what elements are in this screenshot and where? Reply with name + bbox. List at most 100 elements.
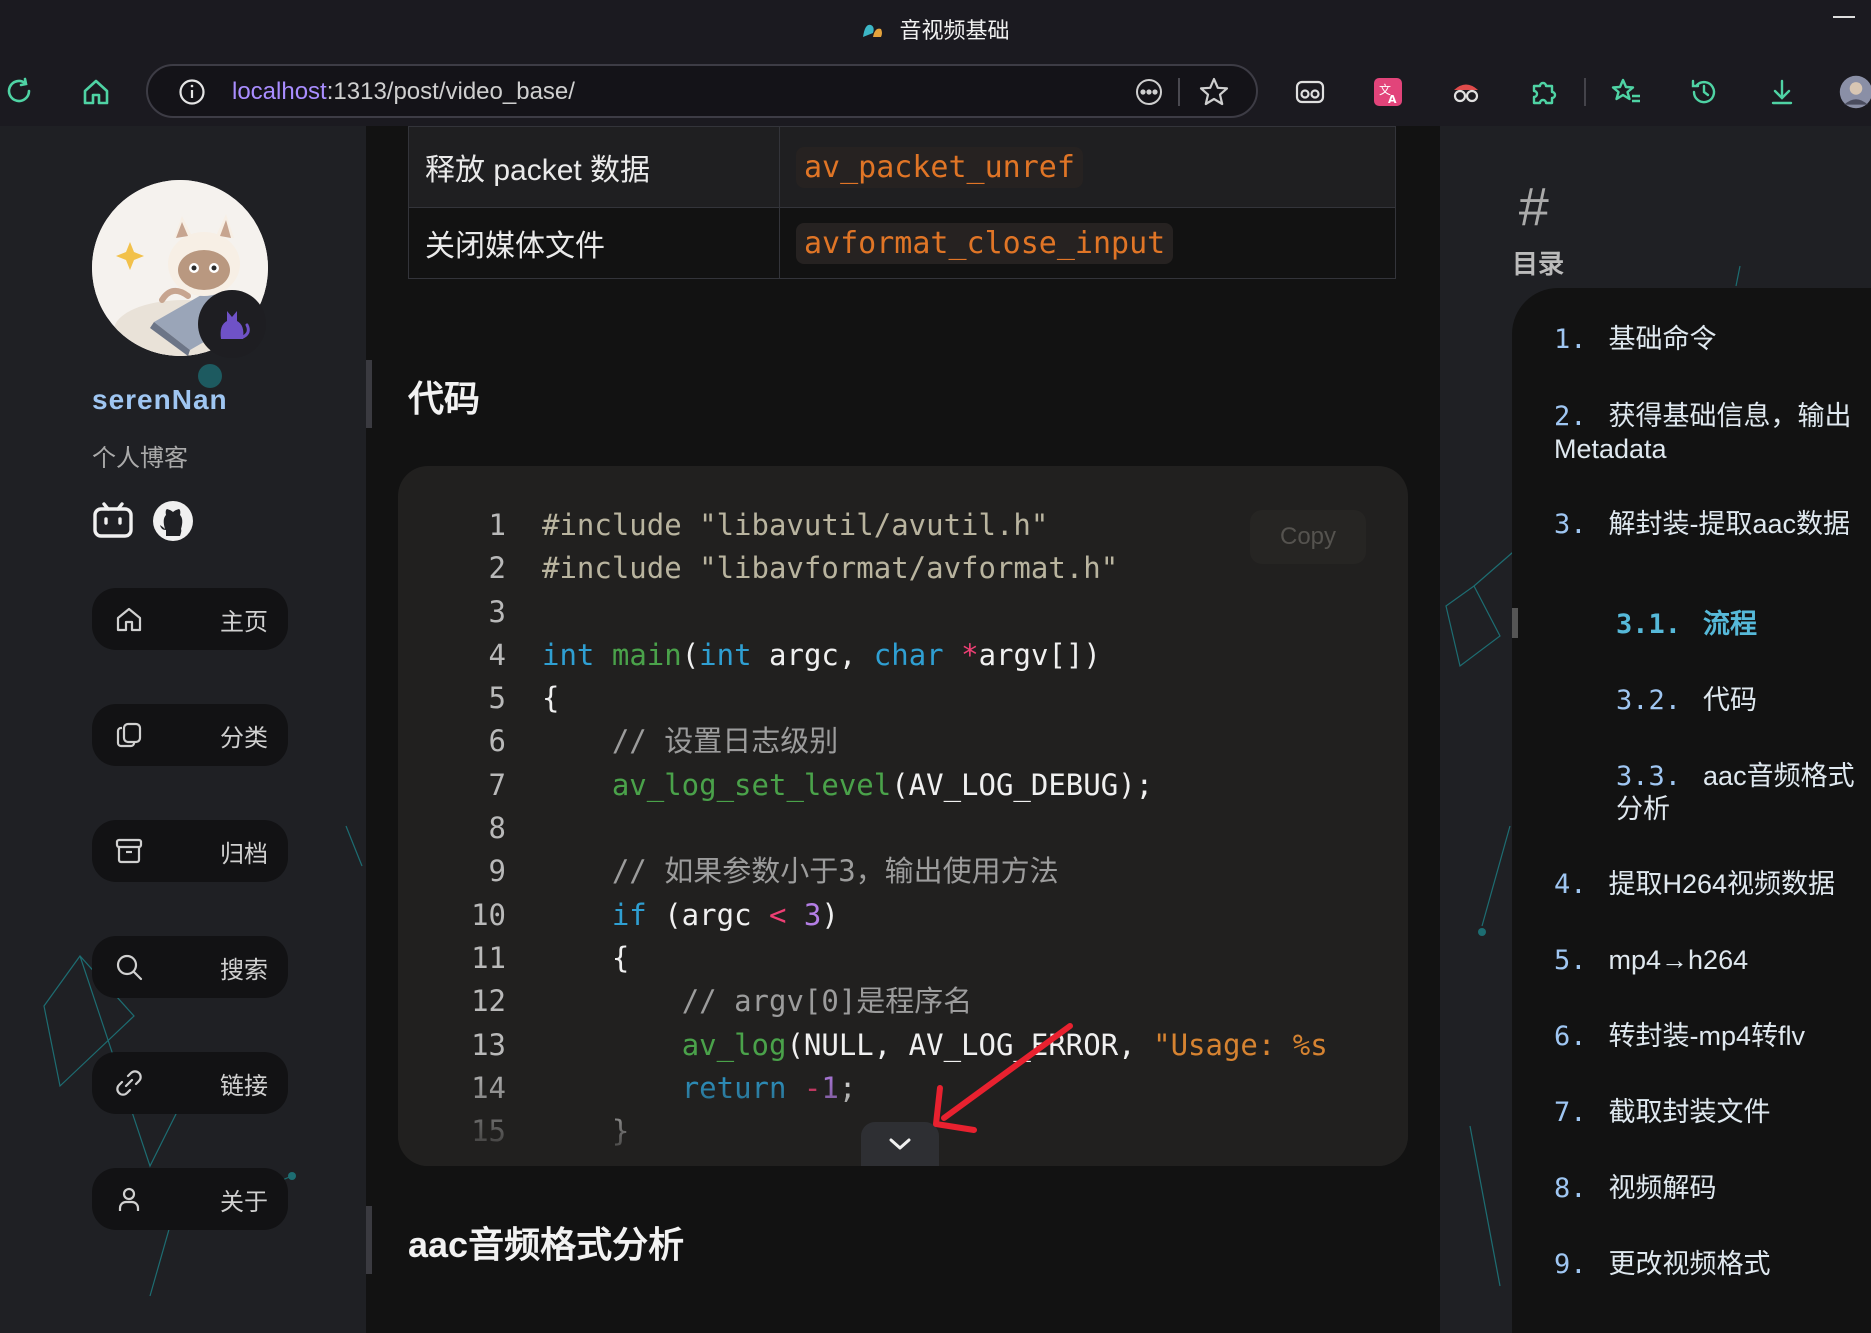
archive-icon <box>115 838 143 864</box>
favorites-icon <box>1611 78 1640 103</box>
svg-text:A: A <box>1388 93 1397 106</box>
table-cell-desc: 关闭媒体文件 <box>408 207 780 279</box>
code-line: 3 <box>398 591 1408 634</box>
line-number: 6 <box>488 724 506 759</box>
code-line: 11 { <box>398 937 1408 980</box>
nav-archives[interactable]: 归档 <box>92 820 288 882</box>
nav-search-label: 搜索 <box>220 956 268 984</box>
heading-marker <box>366 360 372 428</box>
code-line: 9 // 如果参数小于3，输出使用方法 <box>398 850 1408 893</box>
toc-item-2[interactable]: 2. 获得基础信息，输出Metadata <box>1554 400 1871 466</box>
toc-item-3-3[interactable]: 3.3. aac音频格式分析 <box>1616 760 1866 826</box>
address-separator <box>1178 78 1180 106</box>
cat-icon <box>220 311 250 339</box>
toc-item-4[interactable]: 4. 提取H264视频数据 <box>1554 868 1871 901</box>
toc-item-3-2[interactable]: 3.2. 代码 <box>1616 684 1866 717</box>
copy-button[interactable]: Copy <box>1250 510 1366 564</box>
toc-item-3-1[interactable]: 3.1. 流程 <box>1616 608 1866 641</box>
line-number: 4 <box>488 637 506 672</box>
line-number: 1 <box>488 508 506 542</box>
user-bio: 个人博客 <box>92 445 188 472</box>
extension-reader-button[interactable] <box>1290 72 1330 112</box>
toc-item-1[interactable]: 1. 基础命令 <box>1554 323 1871 356</box>
toc-number: 2. <box>1554 401 1587 432</box>
code-line: 7 av_log_set_level(AV_LOG_DEBUG); <box>398 764 1408 807</box>
nav-archives-label: 归档 <box>220 840 268 868</box>
toc-label: 代码 <box>1703 685 1758 715</box>
home-button[interactable] <box>76 72 116 112</box>
line-number: 8 <box>488 811 506 846</box>
social-links <box>92 500 194 542</box>
section-heading-aac: aac音频格式分析 <box>408 1224 685 1265</box>
toc-number: 4. <box>1554 869 1587 900</box>
extensions-button[interactable] <box>1524 72 1564 112</box>
reload-icon <box>7 77 31 103</box>
toc-label: 转封装-mp4转flv <box>1608 1021 1806 1051</box>
toc-label: 解封装-提取aac数据 <box>1608 509 1851 539</box>
toc-title: 目录 <box>1512 249 1565 279</box>
url-text[interactable]: localhost:1313/post/video_base/ <box>232 78 575 106</box>
toc-item-7[interactable]: 7. 截取封装文件 <box>1554 1096 1871 1129</box>
line-number: 9 <box>488 854 506 889</box>
code-line: 10 if (argc < 3) <box>398 894 1408 937</box>
toc-item-8[interactable]: 8. 视频解码 <box>1554 1172 1871 1205</box>
toc-number: 8. <box>1554 1173 1587 1204</box>
toc-item-9[interactable]: 9. 更改视频格式 <box>1554 1248 1871 1281</box>
line-number: 7 <box>488 767 506 802</box>
line-number: 3 <box>488 594 506 629</box>
address-bar[interactable]: localhost:1313/post/video_base/ <box>146 64 1258 118</box>
line-number: 2 <box>488 551 506 586</box>
chevron-down-icon <box>889 1138 911 1150</box>
spy-icon <box>1453 84 1479 103</box>
bookmark-star-icon[interactable] <box>1198 76 1230 108</box>
github-icon[interactable] <box>152 500 194 542</box>
toc-number: 1. <box>1554 324 1587 355</box>
code-line: 12 // argv[0]是程序名 <box>398 980 1408 1023</box>
toc-label: 流程 <box>1703 609 1758 639</box>
toolbar-separator <box>1584 78 1586 106</box>
toc-number: 6. <box>1554 1021 1587 1052</box>
nav-links-label: 链接 <box>220 1072 268 1100</box>
toc-label: 基础命令 <box>1608 324 1717 354</box>
red-arrow-annotation <box>933 1023 1073 1133</box>
toc-number: 3.2. <box>1616 685 1682 716</box>
toc-sidebar: # 目录 1. 基础命令 2. 获得基础信息，输出Metadata 3. 解封装-提取… <box>1440 126 1871 1333</box>
toc-number: 3.1. <box>1616 609 1682 640</box>
user-icon <box>118 1187 140 1211</box>
toc-hash-icon: # <box>1518 177 1549 237</box>
bilibili-icon[interactable] <box>92 500 134 540</box>
nav-home[interactable]: 主页 <box>92 588 288 650</box>
home-icon <box>116 607 142 632</box>
extension-translate-button[interactable]: 文 A <box>1368 72 1408 112</box>
table-cell-func: avformat_close_input <box>779 207 1396 279</box>
username[interactable]: serenNan <box>92 384 228 416</box>
toc-item-5[interactable]: 5. mp4→h264 <box>1554 944 1871 977</box>
toc-label: 截取封装文件 <box>1608 1097 1771 1127</box>
nav-search[interactable]: 搜索 <box>92 936 288 998</box>
glasses-icon <box>1295 80 1325 104</box>
nav-about[interactable]: 关于 <box>92 1168 288 1230</box>
reload-button[interactable] <box>0 72 40 112</box>
copy-icon <box>116 722 142 748</box>
toc-item-6[interactable]: 6. 转封装-mp4转flv <box>1554 1020 1871 1053</box>
profile-avatar[interactable] <box>92 180 268 358</box>
extension-spy-button[interactable] <box>1446 72 1486 112</box>
more-options-icon[interactable] <box>1134 77 1164 107</box>
toc-number: 3. <box>1554 509 1587 540</box>
profile-button[interactable] <box>1838 72 1871 112</box>
minimize-button[interactable] <box>1833 16 1855 18</box>
translate-icon: 文 A <box>1374 78 1402 106</box>
toc-number: 7. <box>1554 1097 1587 1128</box>
nav-links[interactable]: 链接 <box>92 1052 288 1114</box>
favorites-button[interactable] <box>1606 72 1646 112</box>
toc-number: 5. <box>1554 945 1587 976</box>
code-lines: 1 #include "libavutil/avutil.h" 2 #include… <box>398 504 1408 1153</box>
profile-avatar-icon <box>1839 75 1871 109</box>
url-path: :1313/post/video_base/ <box>326 78 575 105</box>
section-heading-code: 代码 <box>408 378 481 419</box>
downloads-button[interactable] <box>1762 72 1802 112</box>
history-button[interactable] <box>1684 72 1724 112</box>
toc-item-3[interactable]: 3. 解封装-提取aac数据 <box>1554 508 1871 541</box>
info-icon[interactable] <box>178 78 206 106</box>
nav-categories[interactable]: 分类 <box>92 704 288 766</box>
